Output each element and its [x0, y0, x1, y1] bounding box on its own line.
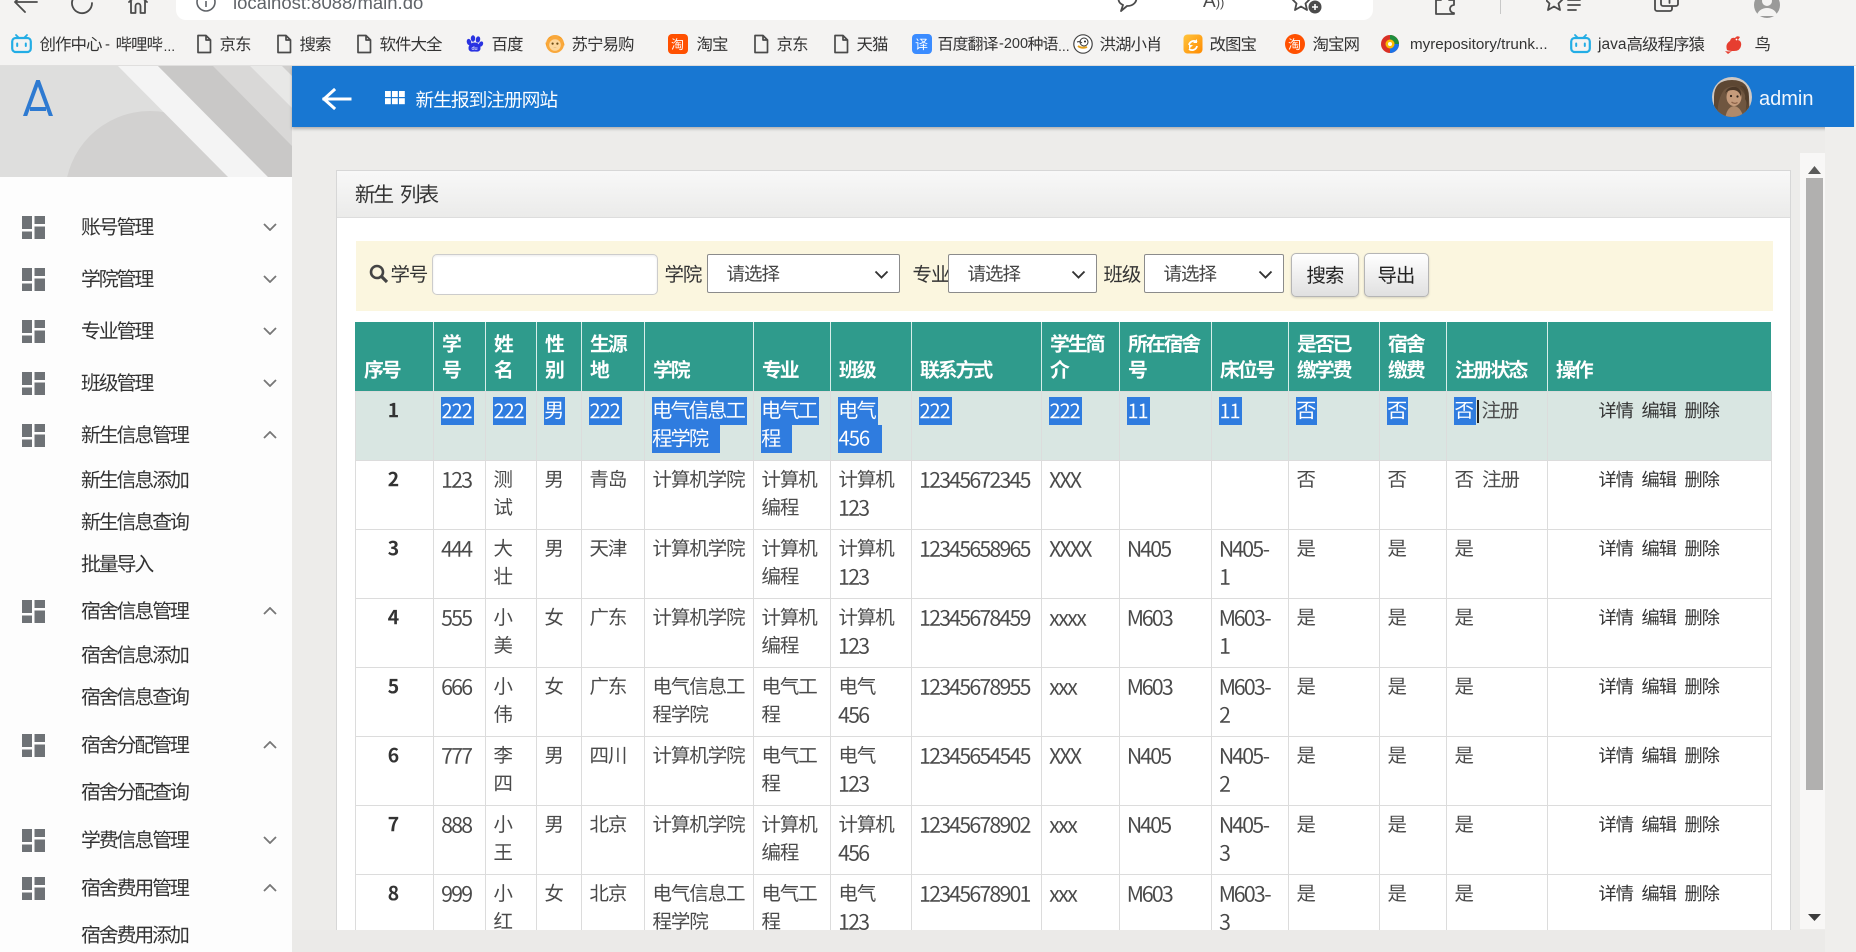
svg-text:du: du	[471, 46, 477, 52]
